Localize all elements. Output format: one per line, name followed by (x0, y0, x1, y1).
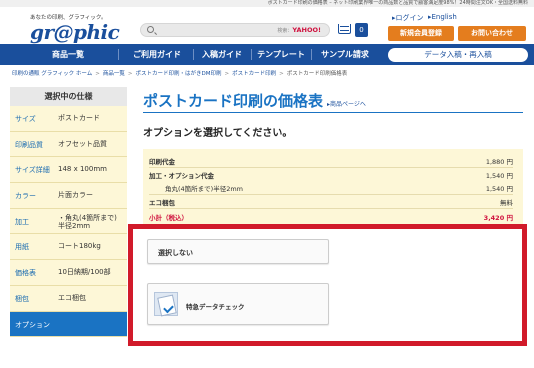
spec-label: 梱包 (15, 294, 29, 303)
price-divider (149, 208, 513, 209)
option-express-check-label: 特急データチェック (186, 303, 245, 311)
spec-value: ・角丸(4箇所まで) 半径2mm (58, 213, 117, 231)
spec-row-paper[interactable]: 用紙 コート180kg (10, 234, 127, 261)
nav-item-products[interactable]: 商品一覧 (22, 44, 114, 65)
price-row-subtotal: 小計（税込） 3,420 円 (149, 214, 513, 222)
option-selection-panel: 選択しない 特急データチェック (128, 224, 527, 346)
cart-button[interactable]: 0 (338, 23, 372, 39)
spec-label: サイズ詳細 (15, 166, 50, 175)
spec-row-packing[interactable]: 梱包 エコ梱包 (10, 285, 127, 312)
nav-item-template[interactable]: テンプレート (253, 44, 309, 65)
spec-label: サイズ (15, 115, 36, 123)
spec-label: 用紙 (15, 243, 29, 252)
top-info-bar: ポストカード印刷の価格表 – ネット印刷業界唯一の商品数と品質で顧客満足度98%… (0, 0, 534, 7)
spec-label: 加工 (15, 217, 29, 226)
site-logo[interactable]: gr@phic (30, 20, 120, 44)
nav-divider (251, 49, 252, 60)
breadcrumb-postcard-dm[interactable]: ポストカード印刷・はがきDM印刷 (135, 71, 221, 77)
option-none-button[interactable]: 選択しない (147, 239, 329, 264)
login-link[interactable]: ▸ログイン (392, 13, 424, 23)
search-icon (147, 26, 154, 33)
price-row-eco: エコ梱包 無料 (149, 199, 513, 207)
spec-row-price-table[interactable]: 価格表 10日納期/100部 (10, 260, 127, 286)
breadcrumb-products[interactable]: 商品一覧 (103, 71, 125, 77)
spec-value: ポストカード (58, 114, 100, 122)
spec-value: オフセット品質 (58, 139, 107, 148)
search-input[interactable]: 検索：YAHOO! (140, 23, 330, 37)
data-upload-button[interactable]: データ入稿・再入稿 (388, 48, 528, 62)
spec-row-option[interactable]: オプション (10, 311, 127, 338)
option-prompt: オプションを選択してください。 (143, 128, 293, 139)
spec-row-color[interactable]: カラー 片面カラー (10, 183, 127, 209)
register-button[interactable]: 新規会員登録 (388, 26, 454, 41)
spec-row-size-detail[interactable]: サイズ詳細 148 x 100mm (10, 157, 127, 184)
spec-value: コート180kg (58, 242, 101, 251)
spec-label: 印刷品質 (15, 140, 43, 149)
spec-value: 10日納期/100部 (58, 268, 111, 277)
price-row-print: 印刷代金 1,880 円 (149, 158, 513, 166)
page-title: ポストカード印刷の価格表 ▸商品ページへ (143, 92, 366, 110)
spec-row-quality[interactable]: 印刷品質 オフセット品質 (10, 131, 127, 158)
cart-count-badge: 0 (355, 23, 368, 37)
cart-icon (338, 24, 351, 34)
spec-row-size[interactable]: サイズ ポストカード (10, 106, 127, 132)
price-row-option: 加工・オプション代金 1,540 円 (149, 172, 513, 180)
breadcrumb-home[interactable]: 印刷の通販 グラフィック ホーム (12, 71, 92, 77)
nav-divider (311, 49, 312, 60)
sidebar-title: 選択中の仕様 (10, 87, 127, 106)
nav-item-sample[interactable]: サンプル請求 (313, 44, 377, 65)
spec-value: 148 x 100mm (58, 165, 107, 174)
nav-divider (193, 49, 194, 60)
spec-label: カラー (15, 192, 36, 201)
spec-row-processing[interactable]: 加工 ・角丸(4箇所まで) 半径2mm (10, 208, 127, 235)
nav-item-guide[interactable]: ご利用ガイド (124, 44, 190, 65)
spec-label: オプション (15, 320, 50, 329)
breadcrumb: 印刷の通販 グラフィック ホーム > 商品一覧 > ポストカード印刷・はがきDM印刷 > ポ… (12, 71, 348, 77)
price-summary: 印刷代金 1,880 円 加工・オプション代金 1,540 円 角丸(4箇所まで)半… (143, 149, 523, 231)
product-page-link[interactable]: ▸商品ページへ (327, 101, 366, 108)
option-express-check-button[interactable]: 特急データチェック (147, 283, 329, 325)
title-rule (143, 112, 523, 113)
spec-value: 片面カラー (58, 191, 93, 200)
nav-item-upload-guide[interactable]: 入稿ガイド (195, 44, 249, 65)
breadcrumb-current: ポストカード印刷価格表 (286, 71, 348, 77)
spec-label: 価格表 (15, 269, 36, 278)
site-header: あなたの印刷、グラフィック。 gr@phic 検索：YAHOO! 0 ▸ログイン… (0, 7, 534, 44)
english-link[interactable]: ▸English (428, 13, 457, 21)
breadcrumb-postcard[interactable]: ポストカード印刷 (232, 71, 276, 77)
price-row-corner: 角丸(4箇所まで)半径2mm 1,540 円 (165, 185, 513, 193)
nav-divider (118, 49, 119, 60)
spec-value: エコ梱包 (58, 293, 86, 302)
search-provider: 検索：YAHOO! (277, 26, 321, 34)
main-nav: 商品一覧 ご利用ガイド 入稿ガイド テンプレート サンプル請求 データ入稿・再入… (0, 44, 534, 65)
spec-sidebar: 選択中の仕様 サイズ ポストカード 印刷品質 オフセット品質 サイズ詳細 148 x … (10, 87, 127, 338)
contact-button[interactable]: お問い合わせ (458, 26, 526, 41)
document-check-icon (154, 292, 178, 316)
option-none-label: 選択しない (158, 249, 193, 257)
